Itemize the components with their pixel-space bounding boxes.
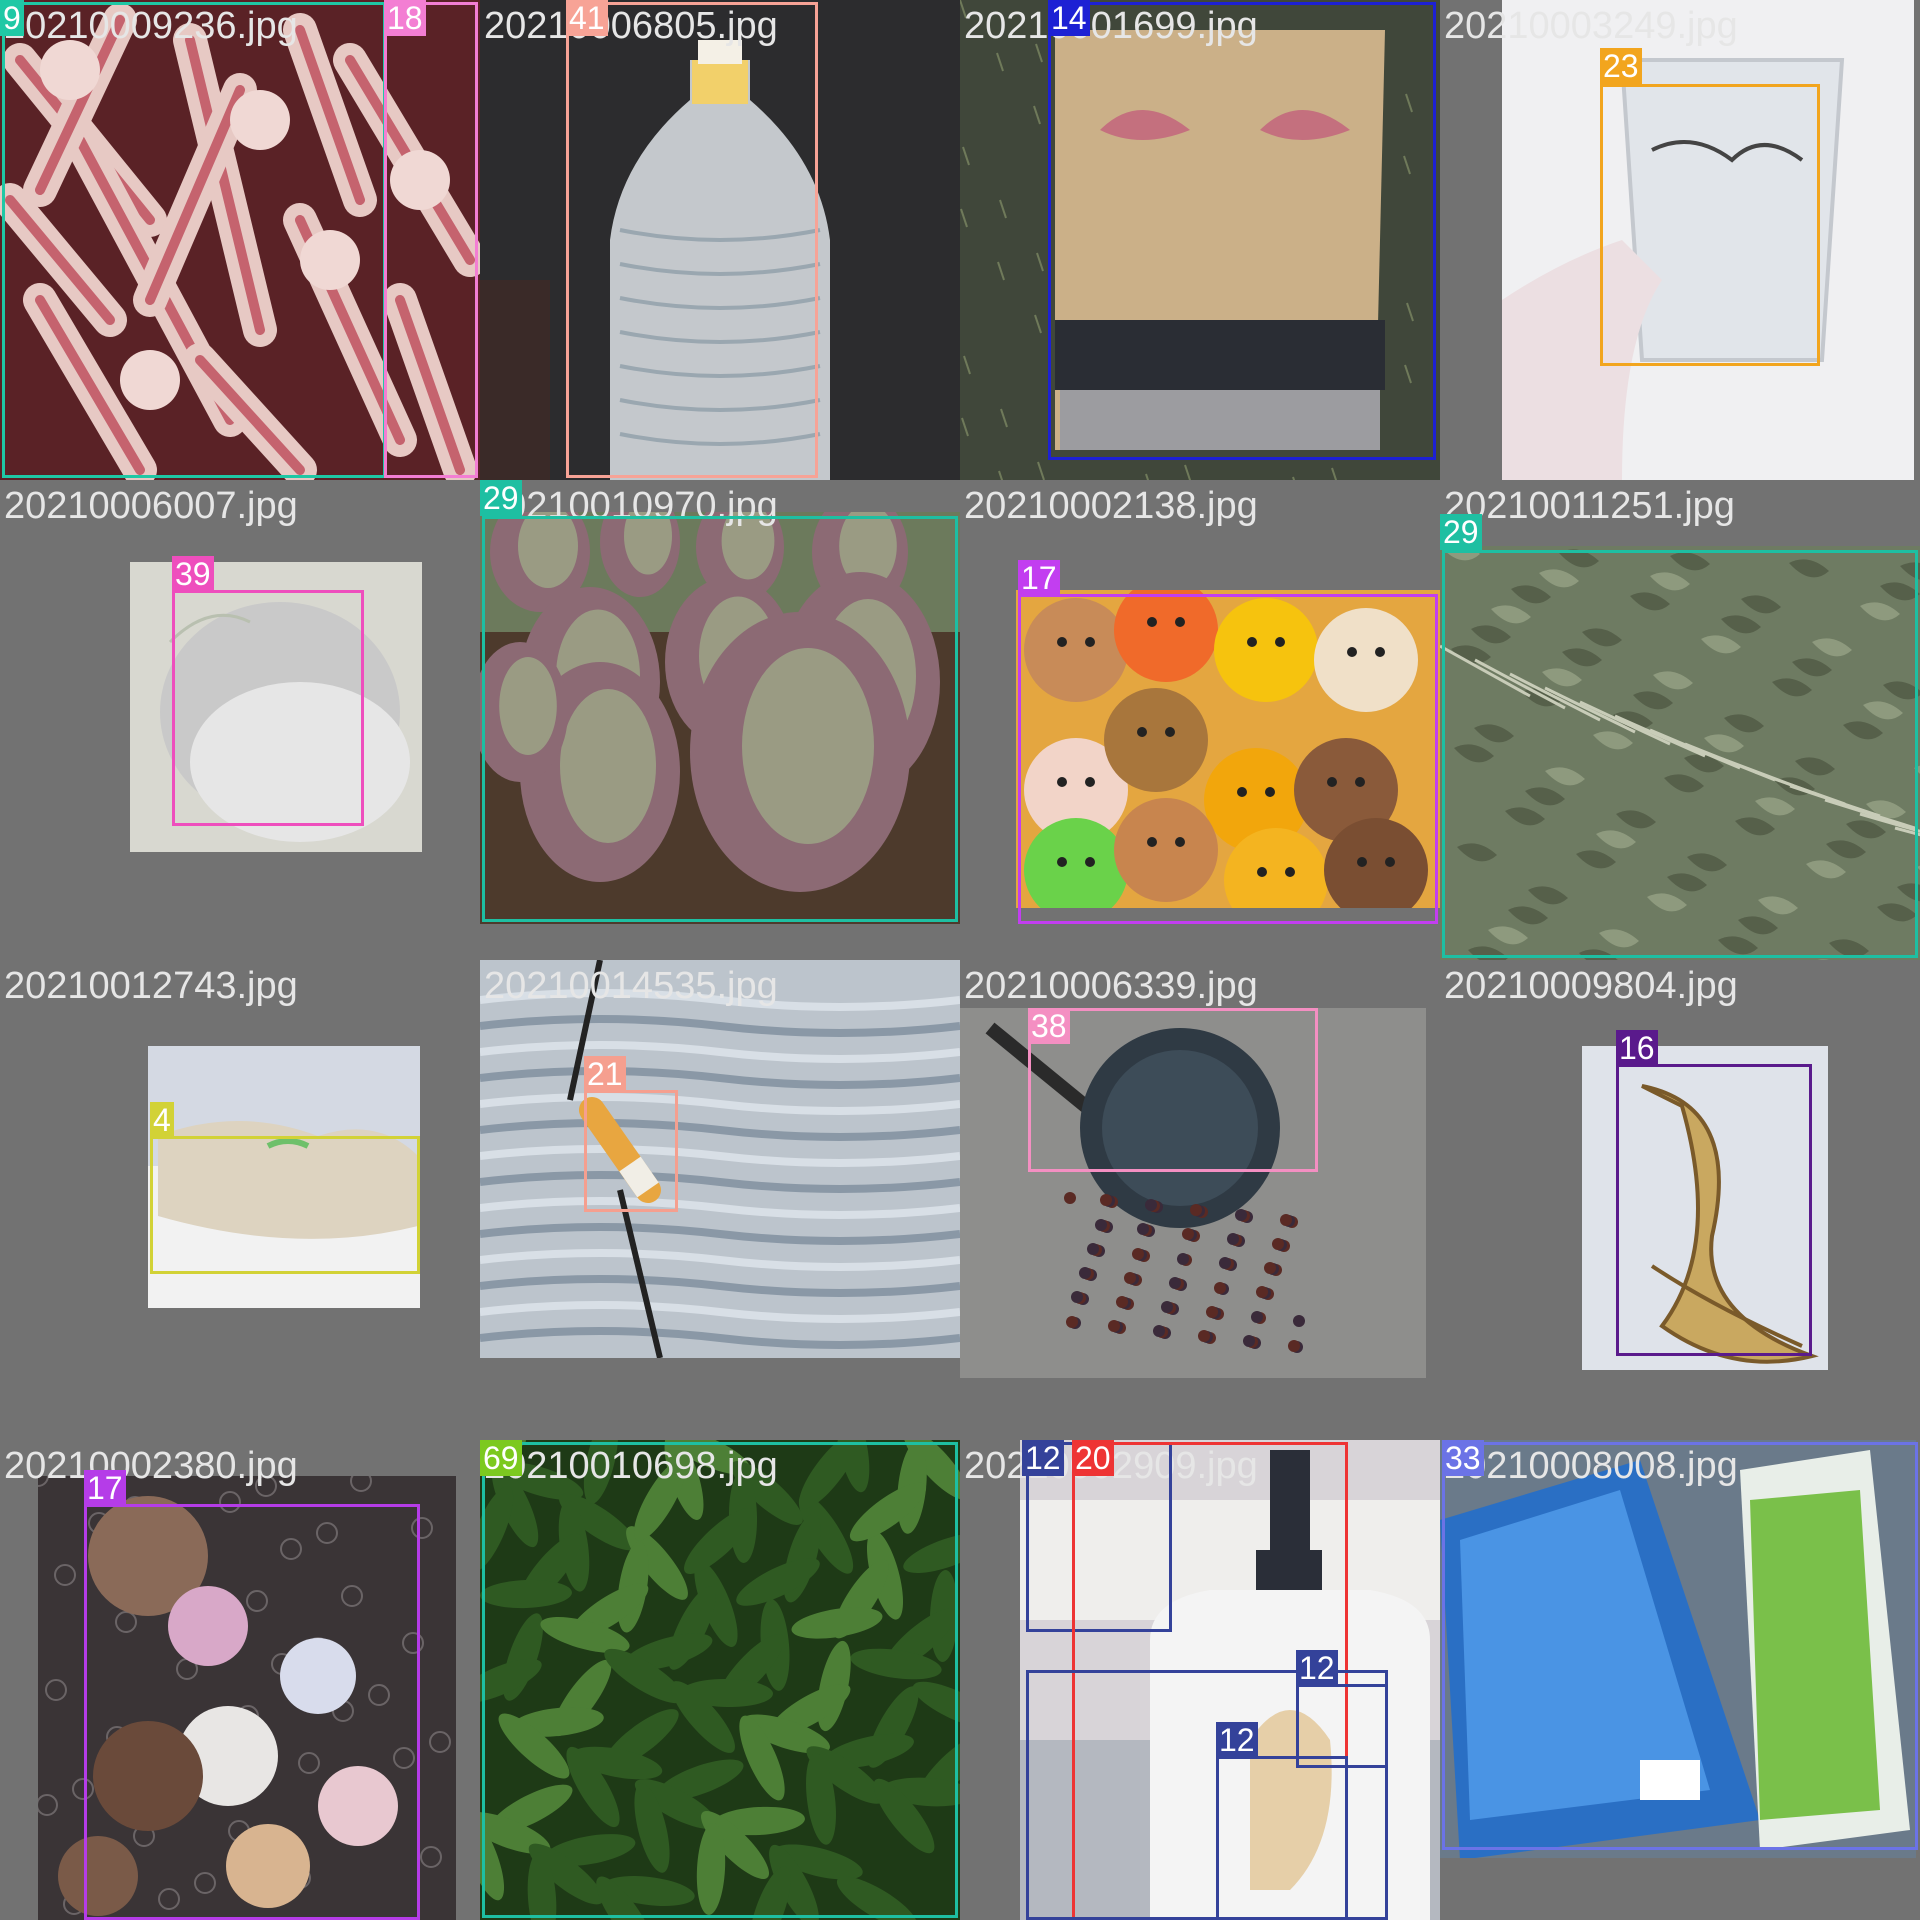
bounding-box (2, 2, 386, 478)
class-label-tag: 18 (384, 0, 426, 36)
class-label-tag: 20 (1072, 1440, 1114, 1476)
tile-medicine-boxes: 20210008008.jpg 33 (1440, 1440, 1920, 1920)
class-label-tag: 16 (1616, 1030, 1658, 1066)
file-name-label: 20210014535.jpg (484, 965, 778, 1007)
file-name-label: 20210002138.jpg (964, 485, 1258, 527)
tile-banana-peel: 20210009804.jpg 16 (1440, 960, 1920, 1440)
tile-glass-cup: 20210003249.jpg 23 (1440, 0, 1920, 480)
class-label-tag: 38 (1028, 1008, 1070, 1044)
class-label-tag: 39 (172, 556, 214, 592)
class-label-tag: 21 (584, 1056, 626, 1092)
file-name-label: 20210006339.jpg (964, 965, 1258, 1007)
bounding-box (84, 1504, 420, 1920)
tile-plush-toys: 20210002138.jpg 17 (960, 480, 1440, 960)
file-name-label: 20210006007.jpg (4, 485, 298, 527)
bounding-box (1048, 2, 1436, 460)
tile-plastic-water-bottle: 20210006805.jpg 41 (480, 0, 960, 480)
tile-stuffed-animals: 20210002380.jpg 17 (0, 1440, 480, 1920)
file-name-label: 20210011251.jpg (1444, 485, 1735, 527)
tile-redbull-can: 20210001699.jpg 14 (960, 0, 1440, 480)
class-label-tag: 29 (480, 480, 522, 516)
bounding-box (1442, 1442, 1918, 1850)
tile-cloth-towel: 20210012743.jpg 4 (0, 960, 480, 1440)
tile-cigarette-butt: 20210014535.jpg 21 (480, 960, 960, 1440)
bounding-box (1026, 1670, 1388, 1920)
class-label-tag: 12 (1022, 1440, 1064, 1476)
class-label-tag: 17 (84, 1470, 126, 1506)
class-label-tag: 12 (1216, 1722, 1258, 1758)
bounding-box (482, 516, 958, 922)
photo-cigarette-butt (480, 960, 960, 1358)
class-label-tag: 41 (566, 0, 608, 36)
tile-wilted-greens: 20210011251.jpg 29 (1440, 480, 1920, 960)
tile-leafy-vegetables: 20210010698.jpg 69 (480, 1440, 960, 1920)
class-label-tag: 14 (1048, 0, 1090, 36)
file-name-label: 20210002380.jpg (4, 1445, 298, 1487)
class-label-tag: 4 (150, 1102, 174, 1138)
bounding-box (384, 2, 478, 478)
class-label-tag: 33 (1442, 1440, 1484, 1476)
tile-ceramic-bowl: 20210006007.jpg 39 (0, 480, 480, 960)
bounding-box (482, 1442, 958, 1918)
bounding-box (566, 2, 818, 478)
detection-mosaic: 20210009236.jpg 9 18 20210006805.jpg 41 20210… (0, 0, 1920, 1920)
bounding-box (1018, 594, 1438, 924)
class-label-tag: 69 (480, 1440, 522, 1476)
class-label-tag: 9 (0, 0, 24, 36)
bounding-box (1616, 1064, 1812, 1356)
bounding-box (1028, 1008, 1318, 1172)
bounding-box (1600, 84, 1820, 366)
bounding-box (172, 590, 364, 826)
bounding-box (150, 1136, 420, 1274)
class-label-tag: 12 (1296, 1650, 1338, 1686)
bounding-box (584, 1090, 678, 1212)
tile-cabbage-field: 20210010970.jpg 29 (480, 480, 960, 960)
tile-frying-pan: 20210006339.jpg 38 (960, 960, 1440, 1440)
file-name-label: 20210009804.jpg (1444, 965, 1738, 1007)
class-label-tag: 23 (1600, 48, 1642, 84)
tile-meat-bones: 20210009236.jpg 9 18 (0, 0, 480, 480)
file-name-label: 20210003249.jpg (1444, 5, 1738, 47)
bounding-box (1442, 550, 1918, 958)
class-label-tag: 29 (1440, 514, 1482, 550)
tile-lotion-bottle: 20210002909.jpg12201212 (960, 1440, 1440, 1920)
file-name-label: 20210012743.jpg (4, 965, 298, 1007)
class-label-tag: 17 (1018, 560, 1060, 596)
